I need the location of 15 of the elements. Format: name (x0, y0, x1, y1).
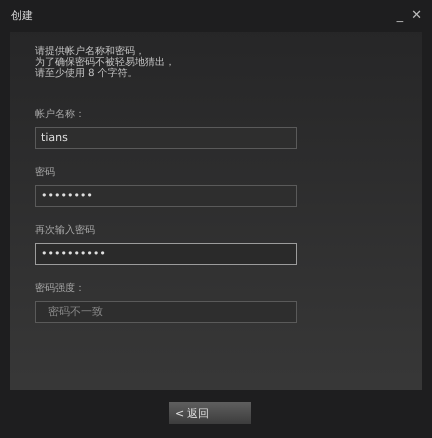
instruction-text: 请至少使用 8 个字符。 (35, 68, 139, 79)
back-button[interactable]: < 返回 (169, 402, 251, 424)
input-field[interactable]: •••••••• (35, 185, 297, 207)
instruction-text: 为了确保密码不被轻易地猜出， (35, 57, 176, 68)
field-label: 密码 (35, 166, 55, 179)
input-field[interactable]: tians (35, 127, 297, 149)
close-button[interactable]: ✕ (409, 8, 424, 22)
field-label: 再次输入密码 (35, 224, 95, 237)
field-label: 密码强度： (35, 282, 85, 295)
window-title: 创建 (11, 8, 33, 22)
instruction-text: 请提供帐户名称和密码， (35, 46, 145, 57)
minimize-button[interactable]: _ (394, 8, 406, 22)
strength-field: 密码不一致 (35, 301, 297, 323)
input-field[interactable]: •••••••••• (35, 243, 297, 265)
field-label: 帐户名称： (35, 108, 85, 121)
